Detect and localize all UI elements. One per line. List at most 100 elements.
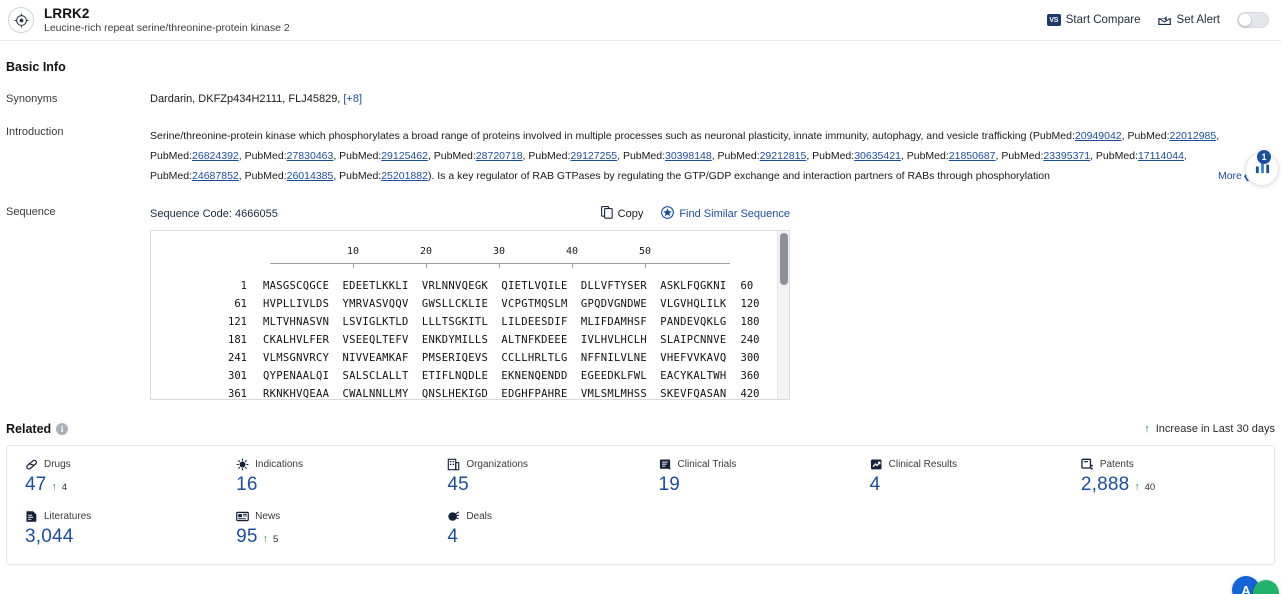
introduction-part1: Serine/threonine-protein kinase which ph…: [150, 130, 1075, 142]
synonyms-more-link[interactable]: [+8]: [343, 93, 362, 105]
stat-value-row: 45: [447, 474, 640, 496]
stat-card-deals[interactable]: Deals 4: [429, 510, 640, 548]
stat-label-text: Literatures: [44, 511, 92, 522]
pubmed-link[interactable]: 28720718: [476, 150, 523, 162]
arrow-up-icon: ↑: [51, 481, 57, 493]
pubmed-separator: , PubMed:: [333, 170, 382, 182]
pubmed-link[interactable]: 30398148: [665, 150, 712, 162]
copy-label: Copy: [617, 208, 644, 220]
find-similar-sequence-button[interactable]: Find Similar Sequence: [661, 206, 790, 222]
stat-card-news[interactable]: News 95 ↑ 5: [218, 510, 429, 548]
synonyms-label: Synonyms: [6, 93, 58, 105]
pubmed-link[interactable]: 21850687: [949, 150, 996, 162]
start-compare-button[interactable]: VS Start Compare: [1046, 14, 1141, 26]
sequence-line-residues: MASGSCQGCE EDEETLKKLI VRLNNVQEGK QIETLVQ…: [263, 280, 727, 292]
ruler-tick-label: 50: [638, 246, 652, 257]
pubmed-link[interactable]: 26824392: [192, 150, 239, 162]
pubmed-link[interactable]: 27830463: [287, 150, 334, 162]
stat-label-text: Organizations: [466, 459, 529, 470]
sequence-line-residues: VLMSGNVRCY NIVVEAMKAF PMSERIQEVS CCLLHRL…: [263, 352, 727, 364]
pubmed-separator: , PubMed:: [1121, 130, 1170, 142]
floating-badge-count[interactable]: 1: [1257, 150, 1271, 164]
pubmed-link[interactable]: 25201882: [381, 170, 428, 182]
sequence-line: 1 MASGSCQGCE EDEETLKKLI VRLNNVQEGK QIETLV…: [151, 277, 777, 295]
stat-card-indications[interactable]: Indications 16: [218, 458, 429, 496]
ruler-tick: [353, 263, 354, 268]
pubmed-link[interactable]: 24687852: [192, 170, 239, 182]
stat-label-row: Clinical Results: [870, 458, 1063, 471]
stat-card-clinical-results[interactable]: Clinical Results 4: [852, 458, 1063, 496]
ruler-tick: [499, 263, 500, 268]
stat-value-row: 4: [447, 526, 640, 548]
sequence-line-residues: MLTVHNASVN LSVIGLKTLD LLLTSGKITL LILDEES…: [263, 316, 727, 328]
stat-card-organizations[interactable]: Organizations 45: [429, 458, 640, 496]
sequence-line-start: 121: [228, 316, 247, 328]
sequence-line-end: 360: [740, 370, 760, 382]
gene-symbol: LRRK2: [44, 5, 90, 21]
stat-delta: 4: [61, 482, 68, 493]
sequence-scrollbar[interactable]: [777, 231, 789, 399]
stat-label-text: Clinical Trials: [677, 459, 737, 470]
stat-label-text: News: [255, 511, 281, 522]
ruler-tick-label: 10: [346, 246, 360, 257]
pubmed-separator: , PubMed:: [711, 150, 760, 162]
sequence-line-start: 241: [228, 352, 247, 364]
stat-value: 19: [658, 474, 681, 495]
set-alert-button[interactable]: Set Alert: [1157, 14, 1220, 26]
sequence-actions: Copy Find Similar Sequence: [600, 206, 790, 222]
clinical-trial-icon: [659, 458, 672, 471]
sequence-ruler: 10 20 30 40 50: [270, 245, 730, 271]
sequence-line-end: 60: [740, 280, 754, 292]
introduction-part2: ). Is a key regulator of RAB GTPases by …: [427, 170, 1050, 182]
increase-legend-label: Increase in Last 30 days: [1155, 423, 1275, 435]
sequence-line-start: 61: [234, 298, 247, 310]
chat-icon[interactable]: [1253, 580, 1279, 594]
sequence-line-start: 1: [240, 280, 247, 292]
deals-icon: [447, 510, 460, 523]
virus-icon: [236, 458, 249, 471]
sequence-line-end: 180: [740, 316, 760, 328]
pubmed-link[interactable]: 26014385: [287, 170, 334, 182]
pubmed-link[interactable]: 20949042: [1075, 130, 1122, 142]
introduction-text: Serine/threonine-protein kinase which ph…: [150, 126, 1258, 186]
stat-value: 4: [869, 474, 881, 495]
stat-value: 47: [25, 474, 47, 495]
stat-label-text: Clinical Results: [888, 459, 958, 470]
stat-value: 16: [236, 474, 258, 495]
pubmed-link[interactable]: 23395371: [1043, 150, 1090, 162]
sequence-line-end: 420: [740, 388, 760, 399]
sequence-scrollbar-thumb[interactable]: [780, 233, 788, 285]
arrow-up-icon: ↑: [1144, 423, 1150, 435]
alert-toggle[interactable]: [1237, 12, 1269, 28]
pubmed-link[interactable]: 30635421: [854, 150, 901, 162]
pubmed-link[interactable]: 29125462: [381, 150, 428, 162]
stat-card-patents[interactable]: Patents 2,888 ↑ 40: [1063, 458, 1274, 496]
copy-button[interactable]: Copy: [600, 206, 644, 222]
sequence-viewer[interactable]: 10 20 30 40 50 1 MASGSCQGCE EDEETLKKLI VRLNNV…: [150, 230, 790, 400]
stat-delta: 40: [1144, 482, 1156, 493]
synonyms-value: Dardarin, DKFZp434H2111, FLJ45829,: [150, 93, 341, 105]
stat-card-literatures[interactable]: Literatures 3,044: [7, 510, 218, 548]
pubmed-link[interactable]: 17114044: [1138, 150, 1184, 162]
sequence-line: 61 HVPLLIVLDS YMRVASVQQV GWSLLCKLIE VCPGT…: [151, 295, 777, 313]
sequence-line-residues: RKNKHVQEAA CWALNNLLMY QNSLHEKIGD EDGHFPA…: [263, 388, 727, 399]
stat-label-text: Patents: [1099, 459, 1134, 470]
ruler-tick-label: 40: [565, 246, 579, 257]
header-actions: VS Start Compare Set Alert: [1046, 12, 1269, 28]
sequence-line-residues: CKALHVLFER VSEEQLTEFV ENKDYMILLS ALTNFKD…: [263, 334, 727, 346]
pubmed-link[interactable]: 29212815: [760, 150, 807, 162]
info-icon[interactable]: i: [56, 423, 69, 435]
copy-icon: [600, 206, 613, 222]
page-header: LRRK2 Leucine-rich repeat serine/threoni…: [0, 0, 1281, 41]
pubmed-separator: , PubMed:: [522, 150, 571, 162]
stat-card-drugs[interactable]: Drugs 47 ↑ 4: [7, 458, 218, 496]
start-compare-label: Start Compare: [1065, 14, 1141, 26]
stat-label-text: Drugs: [44, 459, 71, 470]
pubmed-link[interactable]: 29127255: [570, 150, 617, 162]
sequence-line: 241 VLMSGNVRCY NIVVEAMKAF PMSERIQEVS CCLL…: [151, 349, 777, 367]
stat-label-text: Deals: [466, 511, 492, 522]
stat-card-clinical-trials[interactable]: Clinical Trials 19: [641, 458, 852, 496]
introduction-row: Introduction Serine/threonine-protein ki…: [0, 126, 1281, 186]
pubmed-link[interactable]: 22012985: [1170, 130, 1217, 142]
stat-label-row: Organizations: [447, 458, 640, 471]
